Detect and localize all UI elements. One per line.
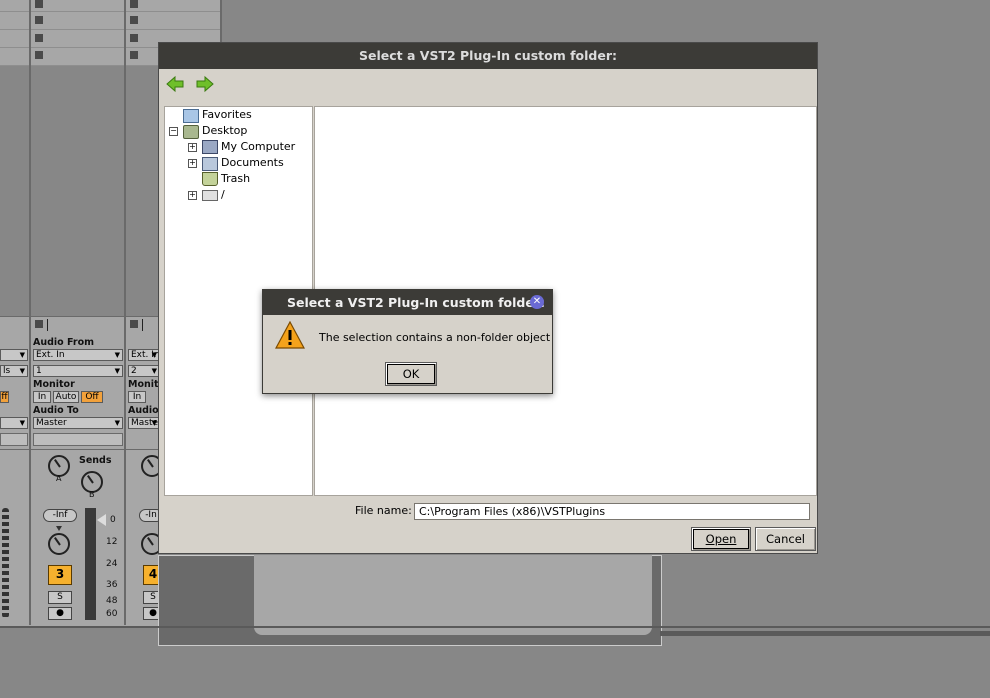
pan-knob[interactable] <box>48 533 70 555</box>
horizontal-rule <box>660 631 990 636</box>
sends-label: Sends <box>79 455 112 466</box>
back-arrow-icon[interactable] <box>166 75 184 93</box>
meter-scale-label: 0 <box>110 515 116 525</box>
monitor-in-button[interactable]: In <box>33 391 51 403</box>
clip-stop-square[interactable] <box>35 0 43 8</box>
fold-square[interactable] <box>130 320 138 328</box>
empty-field <box>0 433 28 446</box>
expand-toggle[interactable]: + <box>188 143 197 152</box>
clip-stop-square[interactable] <box>130 0 138 8</box>
lower-panel-inner <box>254 555 652 635</box>
tree-item-label: Documents <box>221 156 284 169</box>
io-divider <box>47 319 48 331</box>
alert-title: Select a VST2 Plug-In custom folder: <box>263 290 552 315</box>
meter-scale-label: 48 <box>106 596 118 606</box>
meter-scale-label: 24 <box>106 559 118 569</box>
arm-button[interactable]: ● <box>48 607 72 620</box>
send-b-label: B <box>89 490 95 499</box>
audio-from-dropdown[interactable]: Ext. In <box>33 349 123 361</box>
meter-scale-label: 36 <box>106 580 118 590</box>
folder-icon <box>183 109 199 123</box>
meter-scale-label: 12 <box>106 537 118 547</box>
pan-marker-icon <box>56 526 62 531</box>
audio-from-dropdown[interactable]: Ext. In <box>128 349 160 361</box>
filename-input[interactable] <box>414 503 810 520</box>
monitor-label: Monitor <box>33 379 75 390</box>
clip-stop-square[interactable] <box>35 51 43 59</box>
track-activator-button[interactable]: 3 <box>48 565 72 585</box>
monitor-label: Monit <box>128 379 159 390</box>
filename-label: File name: <box>355 504 412 517</box>
io-divider <box>142 319 143 331</box>
alert-dialog: Select a VST2 Plug-In custom folder: ✕ T… <box>262 289 553 394</box>
desktop-icon <box>183 125 199 139</box>
trash-icon <box>202 172 218 186</box>
clip-stop-square[interactable] <box>35 16 43 24</box>
partial-dropdown[interactable]: ls <box>0 365 28 377</box>
close-icon[interactable]: ✕ <box>530 295 544 309</box>
open-button[interactable]: Open <box>691 527 751 551</box>
strip-divider <box>124 316 126 625</box>
volume-fader-handle[interactable] <box>97 514 106 526</box>
empty-field <box>33 433 123 446</box>
audio-to-label: Audio To <box>33 405 79 416</box>
partial-dropdown[interactable] <box>0 417 28 429</box>
clip-stop-square[interactable] <box>130 34 138 42</box>
strip-divider <box>29 316 31 625</box>
send-a-label: A <box>56 474 62 483</box>
solo-button[interactable]: S <box>48 591 72 604</box>
mixer-section <box>0 449 158 626</box>
fold-square[interactable] <box>35 320 43 328</box>
strip-divider <box>220 0 222 42</box>
partial-monitor-off[interactable]: ff <box>0 391 9 403</box>
meter-dots <box>2 508 9 618</box>
dialog-title: Select a VST2 Plug-In custom folder: <box>159 43 817 69</box>
forward-arrow-icon[interactable] <box>196 75 214 93</box>
monitor-off-button[interactable]: Off <box>81 391 103 403</box>
monitor-auto-button[interactable]: Auto <box>53 391 79 403</box>
tree-item-label: My Computer <box>221 140 296 153</box>
alert-message: The selection contains a non-folder obje… <box>319 331 551 344</box>
volume-fader-track[interactable] <box>85 508 96 620</box>
expand-toggle[interactable]: + <box>188 159 197 168</box>
audio-to-label: Audio <box>128 405 159 416</box>
input-channel-dropdown[interactable]: 1 <box>33 365 123 377</box>
documents-icon <box>202 157 218 171</box>
clip-stop-square[interactable] <box>35 34 43 42</box>
warning-icon <box>274 320 306 349</box>
volume-readout[interactable]: -Inf <box>43 509 77 522</box>
audio-to-dropdown[interactable]: Master <box>33 417 123 429</box>
clip-stop-square[interactable] <box>130 16 138 24</box>
horizontal-rule <box>0 626 990 628</box>
input-channel-dropdown[interactable]: 2 <box>128 365 160 377</box>
drive-icon <box>202 190 218 201</box>
audio-to-dropdown[interactable]: Maste <box>128 417 160 429</box>
audio-from-label: Audio From <box>33 337 94 348</box>
tree-item-label: Desktop <box>202 124 248 137</box>
ok-button[interactable]: OK <box>385 362 437 386</box>
collapse-toggle[interactable]: − <box>169 127 178 136</box>
partial-dropdown[interactable] <box>0 349 28 361</box>
clip-slot[interactable] <box>0 11 222 30</box>
computer-icon <box>202 140 218 154</box>
expand-toggle[interactable]: + <box>188 191 197 200</box>
monitor-in-button[interactable]: In <box>128 391 146 403</box>
meter-scale-label: 60 <box>106 609 118 619</box>
cancel-button[interactable]: Cancel <box>755 527 816 551</box>
tree-item-label: / <box>221 188 225 201</box>
tree-item-label: Favorites <box>202 108 252 121</box>
clip-stop-square[interactable] <box>130 51 138 59</box>
open-button-label: Open <box>705 532 737 546</box>
tree-item-label: Trash <box>221 172 251 185</box>
